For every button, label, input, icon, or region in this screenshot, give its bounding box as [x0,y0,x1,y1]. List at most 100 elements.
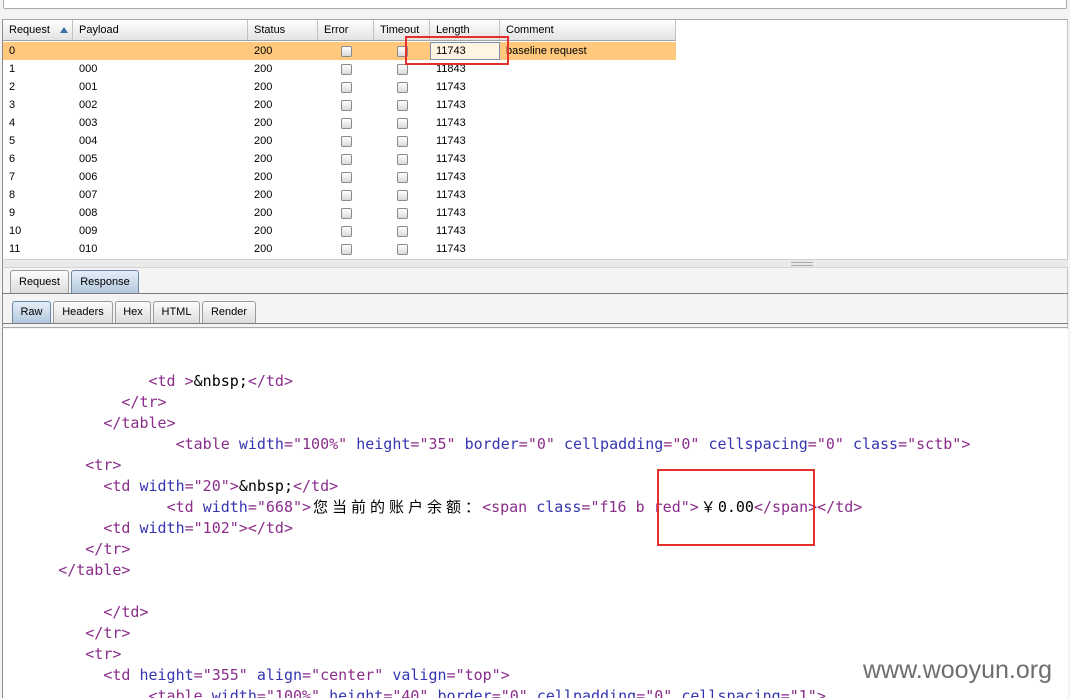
column-header-timeout[interactable]: Timeout [374,20,430,40]
timeout-cell [374,222,430,240]
table-row[interactable]: 8 007 200 11743 [3,186,676,204]
error-checkbox[interactable] [340,63,352,75]
code-attribute-name: class [536,498,582,516]
error-checkbox[interactable] [340,45,352,57]
column-header-comment[interactable]: Comment [500,20,676,40]
table-row[interactable]: 7 006 200 11743 [3,168,676,186]
tab-hex[interactable]: Hex [115,301,151,323]
code-attribute-value: "355" [202,666,248,684]
filter-bar[interactable] [3,0,1067,9]
code-text-char: 余 [427,498,443,516]
table-row[interactable]: 6 005 200 11743 [3,150,676,168]
splitter-grip-icon[interactable] [791,262,813,266]
timeout-checkbox[interactable] [396,99,408,111]
raw-response-editor[interactable]: <td >&nbsp;</td> </tr> </table> <table w… [2,329,1068,698]
error-checkbox[interactable] [340,243,352,255]
timeout-cell [374,132,430,150]
error-checkbox[interactable] [340,117,352,129]
error-checkbox[interactable] [340,153,352,165]
timeout-checkbox[interactable] [396,63,408,75]
code-tag-close: > [112,456,122,474]
column-header-error[interactable]: Error [318,20,374,40]
code-attribute-value: "35" [419,435,456,453]
intruder-results-table: Request Payload Status Error Timeout Len… [2,19,1068,259]
status-cell: 200 [254,243,273,255]
column-header-status[interactable]: Status [248,20,318,40]
request-cell: 0 [9,45,16,57]
timeout-cell [374,204,430,222]
error-checkbox[interactable] [340,189,352,201]
timeout-checkbox[interactable] [396,171,408,183]
error-cell [318,240,374,258]
code-attribute-equals: = [491,687,501,698]
column-header-length[interactable]: Length [430,20,500,40]
error-checkbox[interactable] [340,225,352,237]
error-checkbox[interactable] [340,81,352,93]
request-cell: 3 [9,99,16,111]
code-text-char: 您 [313,498,329,516]
error-checkbox[interactable] [340,135,352,147]
code-line: <table width="100%" height="35" border="… [4,434,1068,455]
payload-cell: 008 [79,207,98,219]
request-cell: 5 [9,135,16,147]
table-row[interactable]: 2 001 200 11743 [3,78,676,96]
tab-divider [2,293,1068,294]
column-header-request[interactable]: Request [3,20,73,40]
code-attribute-name: valign [392,666,447,684]
table-row[interactable]: 0 200 11743 baseline request [3,42,676,60]
error-checkbox[interactable] [340,99,352,111]
code-attribute-value: "0" [816,435,844,453]
code-attribute-value: "top" [455,666,501,684]
error-checkbox[interactable] [340,207,352,219]
table-row[interactable]: 1 000 200 11843 [3,60,676,78]
timeout-checkbox[interactable] [396,153,408,165]
tab-render[interactable]: Render [202,301,256,323]
timeout-checkbox[interactable] [396,243,408,255]
timeout-checkbox[interactable] [396,189,408,201]
tab-response[interactable]: Response [71,270,139,293]
timeout-checkbox[interactable] [396,45,408,57]
pane-splitter[interactable] [2,259,1068,268]
status-cell: 200 [254,225,273,237]
timeout-checkbox[interactable] [396,207,408,219]
code-line: </tr> [4,392,1068,413]
column-header-payload[interactable]: Payload [73,20,248,40]
table-row[interactable]: 5 004 200 11743 [3,132,676,150]
timeout-cell [374,150,430,168]
table-row[interactable]: 4 003 200 11743 [3,114,676,132]
code-text-char: 额 [446,498,462,516]
code-tag-close: > [329,477,339,495]
timeout-checkbox[interactable] [396,81,408,93]
table-row[interactable]: 10 009 200 11743 [3,222,676,240]
length-cell: 11743 [436,189,466,201]
table-row[interactable]: 3 002 200 11743 [3,96,676,114]
tab-raw[interactable]: Raw [12,301,51,323]
tab-headers[interactable]: Headers [53,301,113,323]
timeout-checkbox[interactable] [396,135,408,147]
table-row[interactable]: 11 010 200 11743 [3,240,676,258]
code-attribute-name: cellpadding [536,687,637,698]
length-cell: 11743 [436,207,466,219]
payload-cell: 006 [79,171,98,183]
status-cell: 200 [254,81,273,93]
table-row[interactable]: 9 008 200 11743 [3,204,676,222]
table-header: Request Payload Status Error Timeout Len… [3,20,676,41]
request-cell: 7 [9,171,16,183]
code-attribute-value: "100%" [293,435,348,453]
tab-html[interactable]: HTML [153,301,200,323]
request-cell: 6 [9,153,16,165]
tab-request[interactable]: Request [10,270,69,293]
error-checkbox[interactable] [340,171,352,183]
code-tag-close: > [283,372,293,390]
code-tag-name: </tr [121,393,158,411]
timeout-checkbox[interactable] [396,117,408,129]
timeout-checkbox[interactable] [396,225,408,237]
